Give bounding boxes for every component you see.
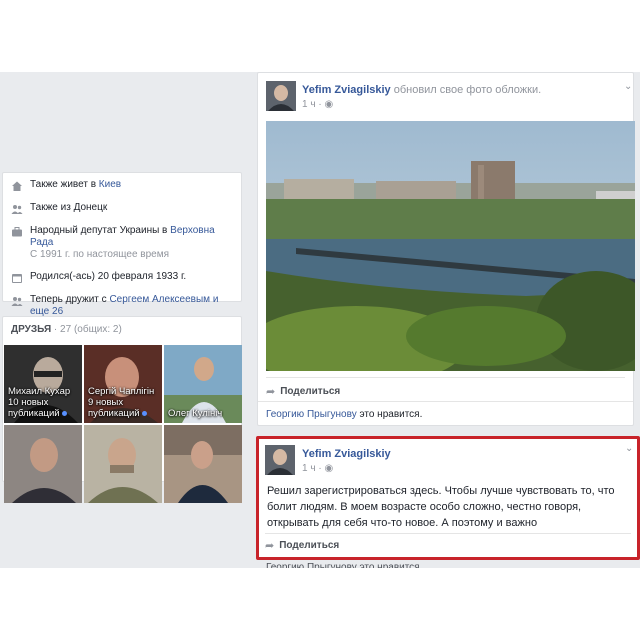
new-dot-icon [141,411,147,416]
about-text: Также из Донецк [30,202,108,213]
avatar[interactable] [265,445,295,475]
post-time[interactable]: 1 ч [302,463,316,474]
post-action-text: обновил свое фото обложки. [390,84,542,96]
intro-card: Также живет в Киев Также из Донецк Народ… [2,172,242,317]
chevron-down-icon[interactable]: ⌄ [625,443,633,454]
about-text: Теперь дружит с [30,294,110,305]
post-meta: 1 ч · ◉ [302,463,334,474]
friend-name: Михаил Кухар [8,386,71,397]
avatar[interactable] [266,81,296,111]
friend-name: Олег Кулініч [168,408,223,419]
about-subtext: С 1991 г. по настоящее время [30,249,170,260]
people-icon [11,297,23,306]
friend-overlay: Михаил Кухар 10 новых публикаций [8,386,78,419]
friends-count: · 27 (общих: 2) [51,324,122,335]
people-icon [11,205,23,214]
globe-icon: ◉ [324,463,334,474]
chevron-down-icon[interactable]: ⌄ [624,81,632,92]
friend-tile[interactable] [84,425,162,503]
author-name[interactable]: Yefim Zviagilskiy [302,84,391,96]
friend-tile[interactable] [4,425,82,503]
post-time[interactable]: 1 ч [302,99,316,110]
post-meta: 1 ч · ◉ [302,99,334,110]
divider [266,377,625,378]
friend-tile[interactable] [164,425,242,503]
post-author[interactable]: Yefim Zviagilskiy [302,448,391,460]
about-from: Также из Донецк [11,202,235,215]
divider [265,533,631,534]
briefcase-icon [12,227,22,237]
post-likes-cut: Георгию Прыгунову это нравится. [266,562,423,568]
divider [258,401,633,402]
about-text: Родился(-ась) 20 февраля 1933 г. [30,271,187,282]
post-text: Решил зарегистрироваться здесь. Чтобы лу… [267,485,615,529]
friend-updates: 10 новых публикаций [8,397,60,419]
author-name[interactable]: Yefim Zviagilskiy [302,448,391,460]
friend-photo [4,425,82,503]
cover-photo[interactable] [266,121,635,371]
share-arrow-icon: ➦ [266,386,276,398]
post-status: Yefim Zviagilskiy 1 ч · ◉ ⌄ Решил зареги… [256,436,640,560]
friend-photo [164,425,242,503]
about-text: Народный депутат Украины в [30,225,171,236]
share-arrow-icon: ➦ [265,540,275,552]
share-label: Поделиться [280,386,341,397]
friend-photo [84,425,162,503]
friends-card: ДРУЗЬЯ · 27 (общих: 2) Михаил Кухар 10 но… [2,316,242,503]
post-author[interactable]: Yefim Zviagilskiy обновил свое фото обло… [302,84,541,96]
post-cover-photo: Yefim Zviagilskiy обновил свое фото обло… [257,72,635,426]
friend-tile[interactable]: Михаил Кухар 10 новых публикаций [4,345,82,423]
friend-tile[interactable]: Сергій Чаплігін 9 новых публикаций [84,345,162,423]
calendar-icon [12,274,22,283]
friend-tile[interactable]: Олег Кулініч [164,345,242,423]
about-lives-in: Также живет в Киев [11,179,235,192]
about-friends-with: Теперь дружит с Сергеем Алексеевым и еще… [11,294,235,318]
new-dot-icon [61,411,67,416]
friend-name: Сергій Чаплігін [88,386,155,397]
friend-updates: 9 новых публикаций [88,397,140,419]
home-icon [12,181,22,191]
share-button[interactable]: ➦ Поделиться [266,385,340,398]
friend-overlay: Олег Кулініч [168,408,238,419]
friends-title[interactable]: ДРУЗЬЯ [11,324,51,335]
globe-icon: ◉ [324,99,334,110]
city-river-photo [266,121,635,371]
about-birthday: Родился(-ась) 20 февраля 1933 г. [11,271,235,284]
share-button[interactable]: ➦ Поделиться [265,539,339,552]
likes-text: это нравится. [356,409,423,420]
post-likes: Георгию Прыгунову это нравится. [266,409,422,420]
friends-header: ДРУЗЬЯ · 27 (общих: 2) [3,317,241,337]
friend-overlay: Сергій Чаплігін 9 новых публикаций [88,386,158,419]
about-text: Также живет в [30,179,99,190]
about-work: Народный депутат Украины в Верховна Рада… [11,225,235,261]
about-link-kyiv[interactable]: Киев [99,179,121,190]
liker-name[interactable]: Георгию Прыгунову [266,409,357,420]
share-label: Поделиться [279,540,340,551]
